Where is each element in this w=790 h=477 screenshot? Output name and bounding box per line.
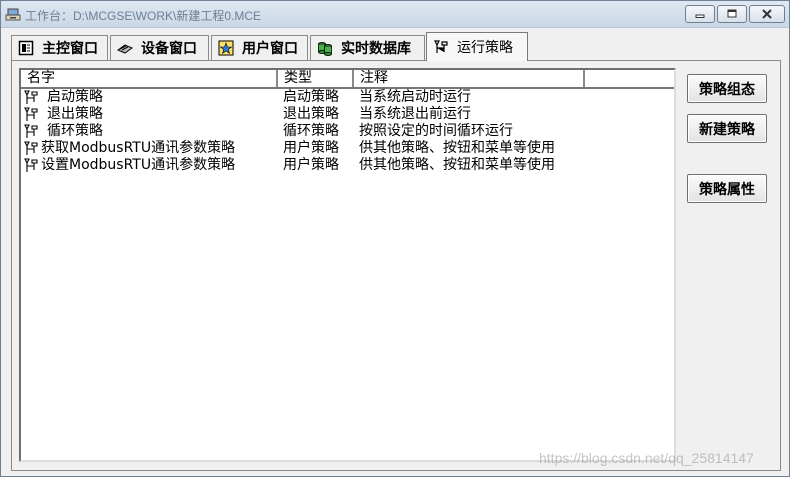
tab-label: 主控窗口 <box>42 41 98 57</box>
strategy-type: 启动策略 <box>283 89 339 105</box>
device-icon <box>117 44 133 54</box>
tab-run-strategy[interactable]: 运行策略 <box>426 32 528 61</box>
tab-label: 用户窗口 <box>242 41 298 57</box>
strategy-list[interactable]: 名字 类型 注释 启动策略 启动策略 当系统启动时运行 退出策略 退出策略 当系… <box>19 68 676 462</box>
tab-label: 运行策略 <box>457 40 513 56</box>
maximize-icon <box>727 9 737 18</box>
strategy-type: 退出策略 <box>283 106 339 122</box>
list-item[interactable]: 退出策略 退出策略 当系统退出前运行 <box>21 106 674 123</box>
workbench-window: 工作台：D:\MCGSE\WORK\新建工程0.MCE 主控窗口 设备窗口 用户… <box>0 0 790 477</box>
strategy-properties-button[interactable]: 策略属性 <box>687 174 767 203</box>
window-title: 工作台：D:\MCGSE\WORK\新建工程0.MCE <box>25 9 262 23</box>
strategy-icon <box>24 90 38 104</box>
strategy-type: 循环策略 <box>283 123 339 139</box>
list-item[interactable]: 循环策略 循环策略 按照设定的时间循环运行 <box>21 123 674 140</box>
minimize-button[interactable] <box>685 5 715 23</box>
database-icon <box>318 42 332 56</box>
strategy-comment: 当系统启动时运行 <box>359 89 471 105</box>
strategy-icon <box>24 158 38 172</box>
strategy-comment: 供其他策略、按钮和菜单等使用 <box>359 157 555 173</box>
tab-main-window[interactable]: 主控窗口 <box>11 35 108 60</box>
strategy-type: 用户策略 <box>283 140 339 156</box>
list-header: 名字 类型 注释 <box>21 70 674 89</box>
strategy-name: 获取ModbusRTU通讯参数策略 <box>41 140 236 156</box>
strategy-name: 退出策略 <box>47 106 103 122</box>
tab-realtime-database[interactable]: 实时数据库 <box>310 35 425 60</box>
user-window-icon <box>218 40 234 56</box>
column-header-type[interactable]: 类型 <box>278 70 354 87</box>
tab-strip: 主控窗口 设备窗口 用户窗口 实时数据库 运行策略 <box>11 32 781 61</box>
strategy-panel: 名字 类型 注释 启动策略 启动策略 当系统启动时运行 退出策略 退出策略 当系… <box>11 60 781 471</box>
column-header-extra[interactable] <box>585 70 674 87</box>
strategy-name: 启动策略 <box>47 89 103 105</box>
strategy-comment: 供其他策略、按钮和菜单等使用 <box>359 140 555 156</box>
strategy-name: 设置ModbusRTU通讯参数策略 <box>41 157 236 173</box>
strategy-comment: 按照设定的时间循环运行 <box>359 123 513 139</box>
main-window-icon <box>18 40 34 56</box>
minimize-icon <box>695 14 705 18</box>
strategy-compose-button[interactable]: 策略组态 <box>687 74 767 103</box>
tab-user-window[interactable]: 用户窗口 <box>211 35 308 60</box>
list-item[interactable]: 获取ModbusRTU通讯参数策略 用户策略 供其他策略、按钮和菜单等使用 <box>21 140 674 157</box>
title-bar[interactable]: 工作台：D:\MCGSE\WORK\新建工程0.MCE <box>1 1 789 28</box>
close-icon <box>762 9 772 19</box>
workbench-icon <box>5 8 21 21</box>
tab-label: 实时数据库 <box>341 41 411 57</box>
column-header-name[interactable]: 名字 <box>21 70 278 87</box>
watermark: https://blog.csdn.net/qq_25814147 <box>539 450 754 466</box>
close-button[interactable] <box>749 5 785 23</box>
strategy-icon <box>24 124 38 138</box>
new-strategy-button[interactable]: 新建策略 <box>687 114 767 143</box>
strategy-comment: 当系统退出前运行 <box>359 106 471 122</box>
strategy-type: 用户策略 <box>283 157 339 173</box>
maximize-button[interactable] <box>717 5 747 23</box>
strategy-icon <box>434 40 448 53</box>
column-header-comment[interactable]: 注释 <box>354 70 585 87</box>
strategy-icon <box>24 141 38 155</box>
strategy-name: 循环策略 <box>47 123 103 139</box>
list-item[interactable]: 设置ModbusRTU通讯参数策略 用户策略 供其他策略、按钮和菜单等使用 <box>21 157 674 174</box>
list-item[interactable]: 启动策略 启动策略 当系统启动时运行 <box>21 89 674 106</box>
tab-device-window[interactable]: 设备窗口 <box>110 35 209 60</box>
strategy-icon <box>24 107 38 121</box>
tab-label: 设备窗口 <box>141 41 197 57</box>
